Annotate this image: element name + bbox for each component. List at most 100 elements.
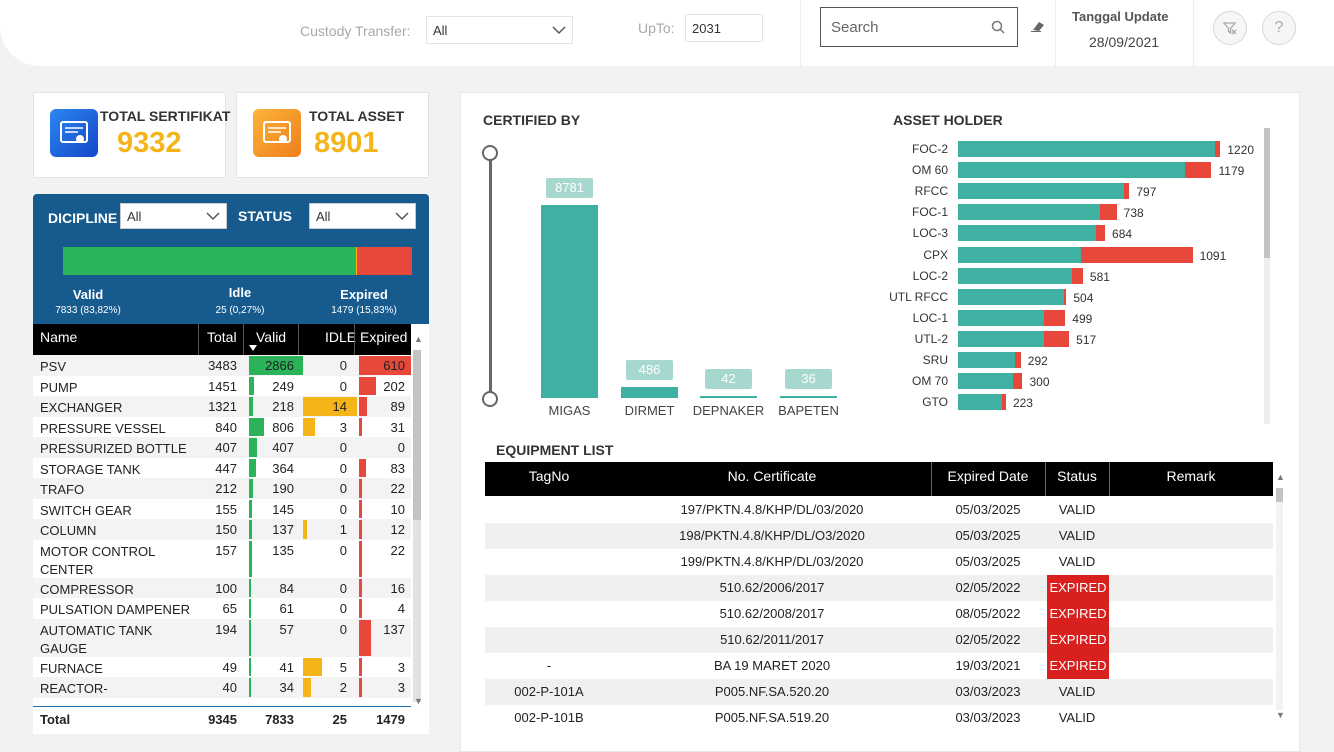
asset-holder-segment[interactable] xyxy=(1044,309,1066,326)
row-expired-date: 03/03/2023 xyxy=(955,684,1021,699)
table-row[interactable]: EXCHANGER 1321 218 14 89 xyxy=(33,396,411,417)
asset-holder-segment[interactable] xyxy=(958,204,1100,221)
scroll-down-icon[interactable]: ▼ xyxy=(414,696,423,706)
table-row[interactable]: 002-P-101A P005.NF.SA.520.20 03/03/2023 VAL… xyxy=(485,679,1273,705)
table-row[interactable]: 198/PKTN.4.8/KHP/DL/O3/2020 05/03/2025 VAL… xyxy=(485,523,1273,549)
col-total[interactable]: Total xyxy=(207,329,237,345)
table-row[interactable]: COMPRESSOR 100 84 0 16 xyxy=(33,577,411,598)
idle-legend-value: 25 (0,27%) xyxy=(215,305,265,316)
asset-holder-segment[interactable] xyxy=(958,330,1044,347)
table-row[interactable]: PSV 3483 2866 0 610 xyxy=(33,355,411,376)
table-row[interactable]: STORAGE TANK 447 364 0 83 xyxy=(33,458,411,479)
asset-holder-segment[interactable] xyxy=(958,352,1015,368)
scroll-down-icon[interactable]: ▼ xyxy=(1276,710,1285,720)
asset-holder-segment[interactable] xyxy=(958,373,1013,390)
asset-holder-segment[interactable] xyxy=(1123,183,1130,200)
idle-bar xyxy=(303,520,307,539)
scroll-up-icon[interactable]: ▲ xyxy=(1276,472,1285,482)
asset-holder-segment[interactable] xyxy=(1080,246,1193,263)
table-row[interactable]: 002-P-101B P005.NF.SA.519.20 03/03/2023 VAL… xyxy=(485,705,1273,731)
asset-holder-segment[interactable] xyxy=(958,394,1003,411)
table-row[interactable]: FURNACE 49 41 5 3 xyxy=(33,657,411,678)
row-idle: 0 xyxy=(339,460,347,476)
range-slider-track[interactable] xyxy=(489,153,492,399)
asset-holder-segment[interactable] xyxy=(1095,225,1106,242)
table-scrollbar[interactable] xyxy=(413,350,421,702)
certified-bar[interactable] xyxy=(541,205,598,398)
asset-holder-segment[interactable] xyxy=(1099,204,1117,221)
table-row[interactable]: 510.62/2006/2017 02/05/2022 EXPIRED xyxy=(485,575,1273,601)
scroll-up-icon[interactable]: ▲ xyxy=(414,334,423,344)
table-row[interactable]: AUTOMATIC TANK GAUGE 194 57 0 137 xyxy=(33,618,411,657)
status-stacked-bar[interactable] xyxy=(63,247,412,275)
table-row[interactable]: REACTOR- 40 34 2 3 xyxy=(33,677,411,698)
asset-holder-segment[interactable] xyxy=(1014,352,1021,368)
col-remark[interactable]: Remark xyxy=(1109,468,1273,484)
row-valid: 249 xyxy=(272,378,294,394)
status-select[interactable]: All xyxy=(309,203,416,229)
asset-holder-segment[interactable] xyxy=(958,246,1081,263)
asset-holder-segment[interactable] xyxy=(958,162,1185,179)
table-row[interactable]: TRAFO 212 190 0 22 xyxy=(33,478,411,499)
table-row[interactable]: - BA 19 MARET 2020 19/03/2021 EXPIRED xyxy=(485,653,1273,679)
certified-bar[interactable] xyxy=(700,396,757,398)
clear-filter-button[interactable] xyxy=(1213,11,1247,45)
certified-bar[interactable] xyxy=(780,396,837,398)
table-row[interactable]: 510.62/2011/2017 02/05/2022 EXPIRED xyxy=(485,627,1273,653)
search-input[interactable]: Search xyxy=(820,7,1018,47)
table-row[interactable]: MOTOR CONTROL CENTER 157 135 0 22 xyxy=(33,540,411,578)
equipment-scrollbar[interactable] xyxy=(1276,488,1283,710)
asset-holder-segment[interactable] xyxy=(958,225,1096,242)
eraser-icon[interactable] xyxy=(1030,19,1046,33)
expired-segment[interactable] xyxy=(356,247,412,275)
valid-segment[interactable] xyxy=(63,247,356,275)
row-total: 1451 xyxy=(208,378,237,394)
help-button[interactable]: ? xyxy=(1262,11,1296,45)
col-status[interactable]: Status xyxy=(1045,468,1109,484)
col-expired[interactable]: Expired xyxy=(360,329,407,345)
total-total: 9345 xyxy=(208,712,237,727)
scroll-thumb[interactable] xyxy=(1276,488,1283,502)
table-row[interactable]: 199/PKTN.4.8/KHP/DL/03/2020 05/03/2025 VAL… xyxy=(485,549,1273,575)
scroll-thumb[interactable] xyxy=(413,350,421,520)
dicipline-select[interactable]: All xyxy=(120,203,227,229)
asset-holder-segment[interactable] xyxy=(1002,394,1006,411)
scroll-thumb[interactable] xyxy=(1264,128,1270,258)
custody-transfer-select[interactable]: All xyxy=(426,16,573,44)
asset-holder-segment[interactable] xyxy=(1012,373,1023,390)
asset-holder-segment[interactable] xyxy=(1044,330,1070,347)
chevron-down-icon xyxy=(395,212,409,221)
asset-holder-segment[interactable] xyxy=(958,267,1072,284)
table-row[interactable]: PULSATION DAMPENER 65 61 0 4 xyxy=(33,598,411,619)
col-expired-date[interactable]: Expired Date xyxy=(931,468,1045,484)
col-valid[interactable]: Valid xyxy=(256,329,286,345)
expired-legend: Expired xyxy=(340,287,388,302)
range-slider-bottom-handle[interactable] xyxy=(482,391,498,407)
certified-bar[interactable] xyxy=(621,387,678,398)
col-name[interactable]: Name xyxy=(40,329,77,345)
upto-input[interactable]: 2031 xyxy=(685,14,763,42)
asset-holder-segment[interactable] xyxy=(1214,141,1221,157)
custody-transfer-label: Custody Transfer: xyxy=(300,23,411,39)
asset-holder-segment[interactable] xyxy=(1184,162,1212,179)
table-row[interactable]: COLUMN 150 137 1 12 xyxy=(33,519,411,540)
asset-holder-segment[interactable] xyxy=(958,141,1215,157)
asset-holder-segment[interactable] xyxy=(958,309,1044,326)
table-row[interactable]: 510.62/2008/2017 08/05/2022 EXPIRED xyxy=(485,601,1273,627)
col-certificate[interactable]: No. Certificate xyxy=(613,468,931,484)
asset-holder-segment[interactable] xyxy=(958,183,1124,200)
table-row[interactable]: PRESSURIZED BOTTLE 407 407 0 0 xyxy=(33,437,411,458)
expired-legend-value: 1479 (15,83%) xyxy=(331,305,397,316)
table-row[interactable]: PRESSURE VESSEL 840 806 3 31 xyxy=(33,417,411,438)
table-row[interactable]: PUMP 1451 249 0 202 xyxy=(33,376,411,397)
col-tagno[interactable]: TagNo xyxy=(485,468,613,484)
col-idle[interactable]: IDLE xyxy=(325,329,356,345)
asset-holder-segment[interactable] xyxy=(1064,288,1067,305)
asset-holder-scrollbar[interactable] xyxy=(1264,128,1270,424)
range-slider-top-handle[interactable] xyxy=(482,145,498,161)
asset-holder-segment[interactable] xyxy=(1071,267,1083,284)
table-row[interactable]: SWITCH GEAR 155 145 0 10 xyxy=(33,499,411,520)
table-row[interactable]: 197/PKTN.4.8/KHP/DL/03/2020 05/03/2025 VAL… xyxy=(485,497,1273,523)
asset-holder-segment[interactable] xyxy=(958,288,1065,305)
row-valid: 61 xyxy=(279,601,294,616)
